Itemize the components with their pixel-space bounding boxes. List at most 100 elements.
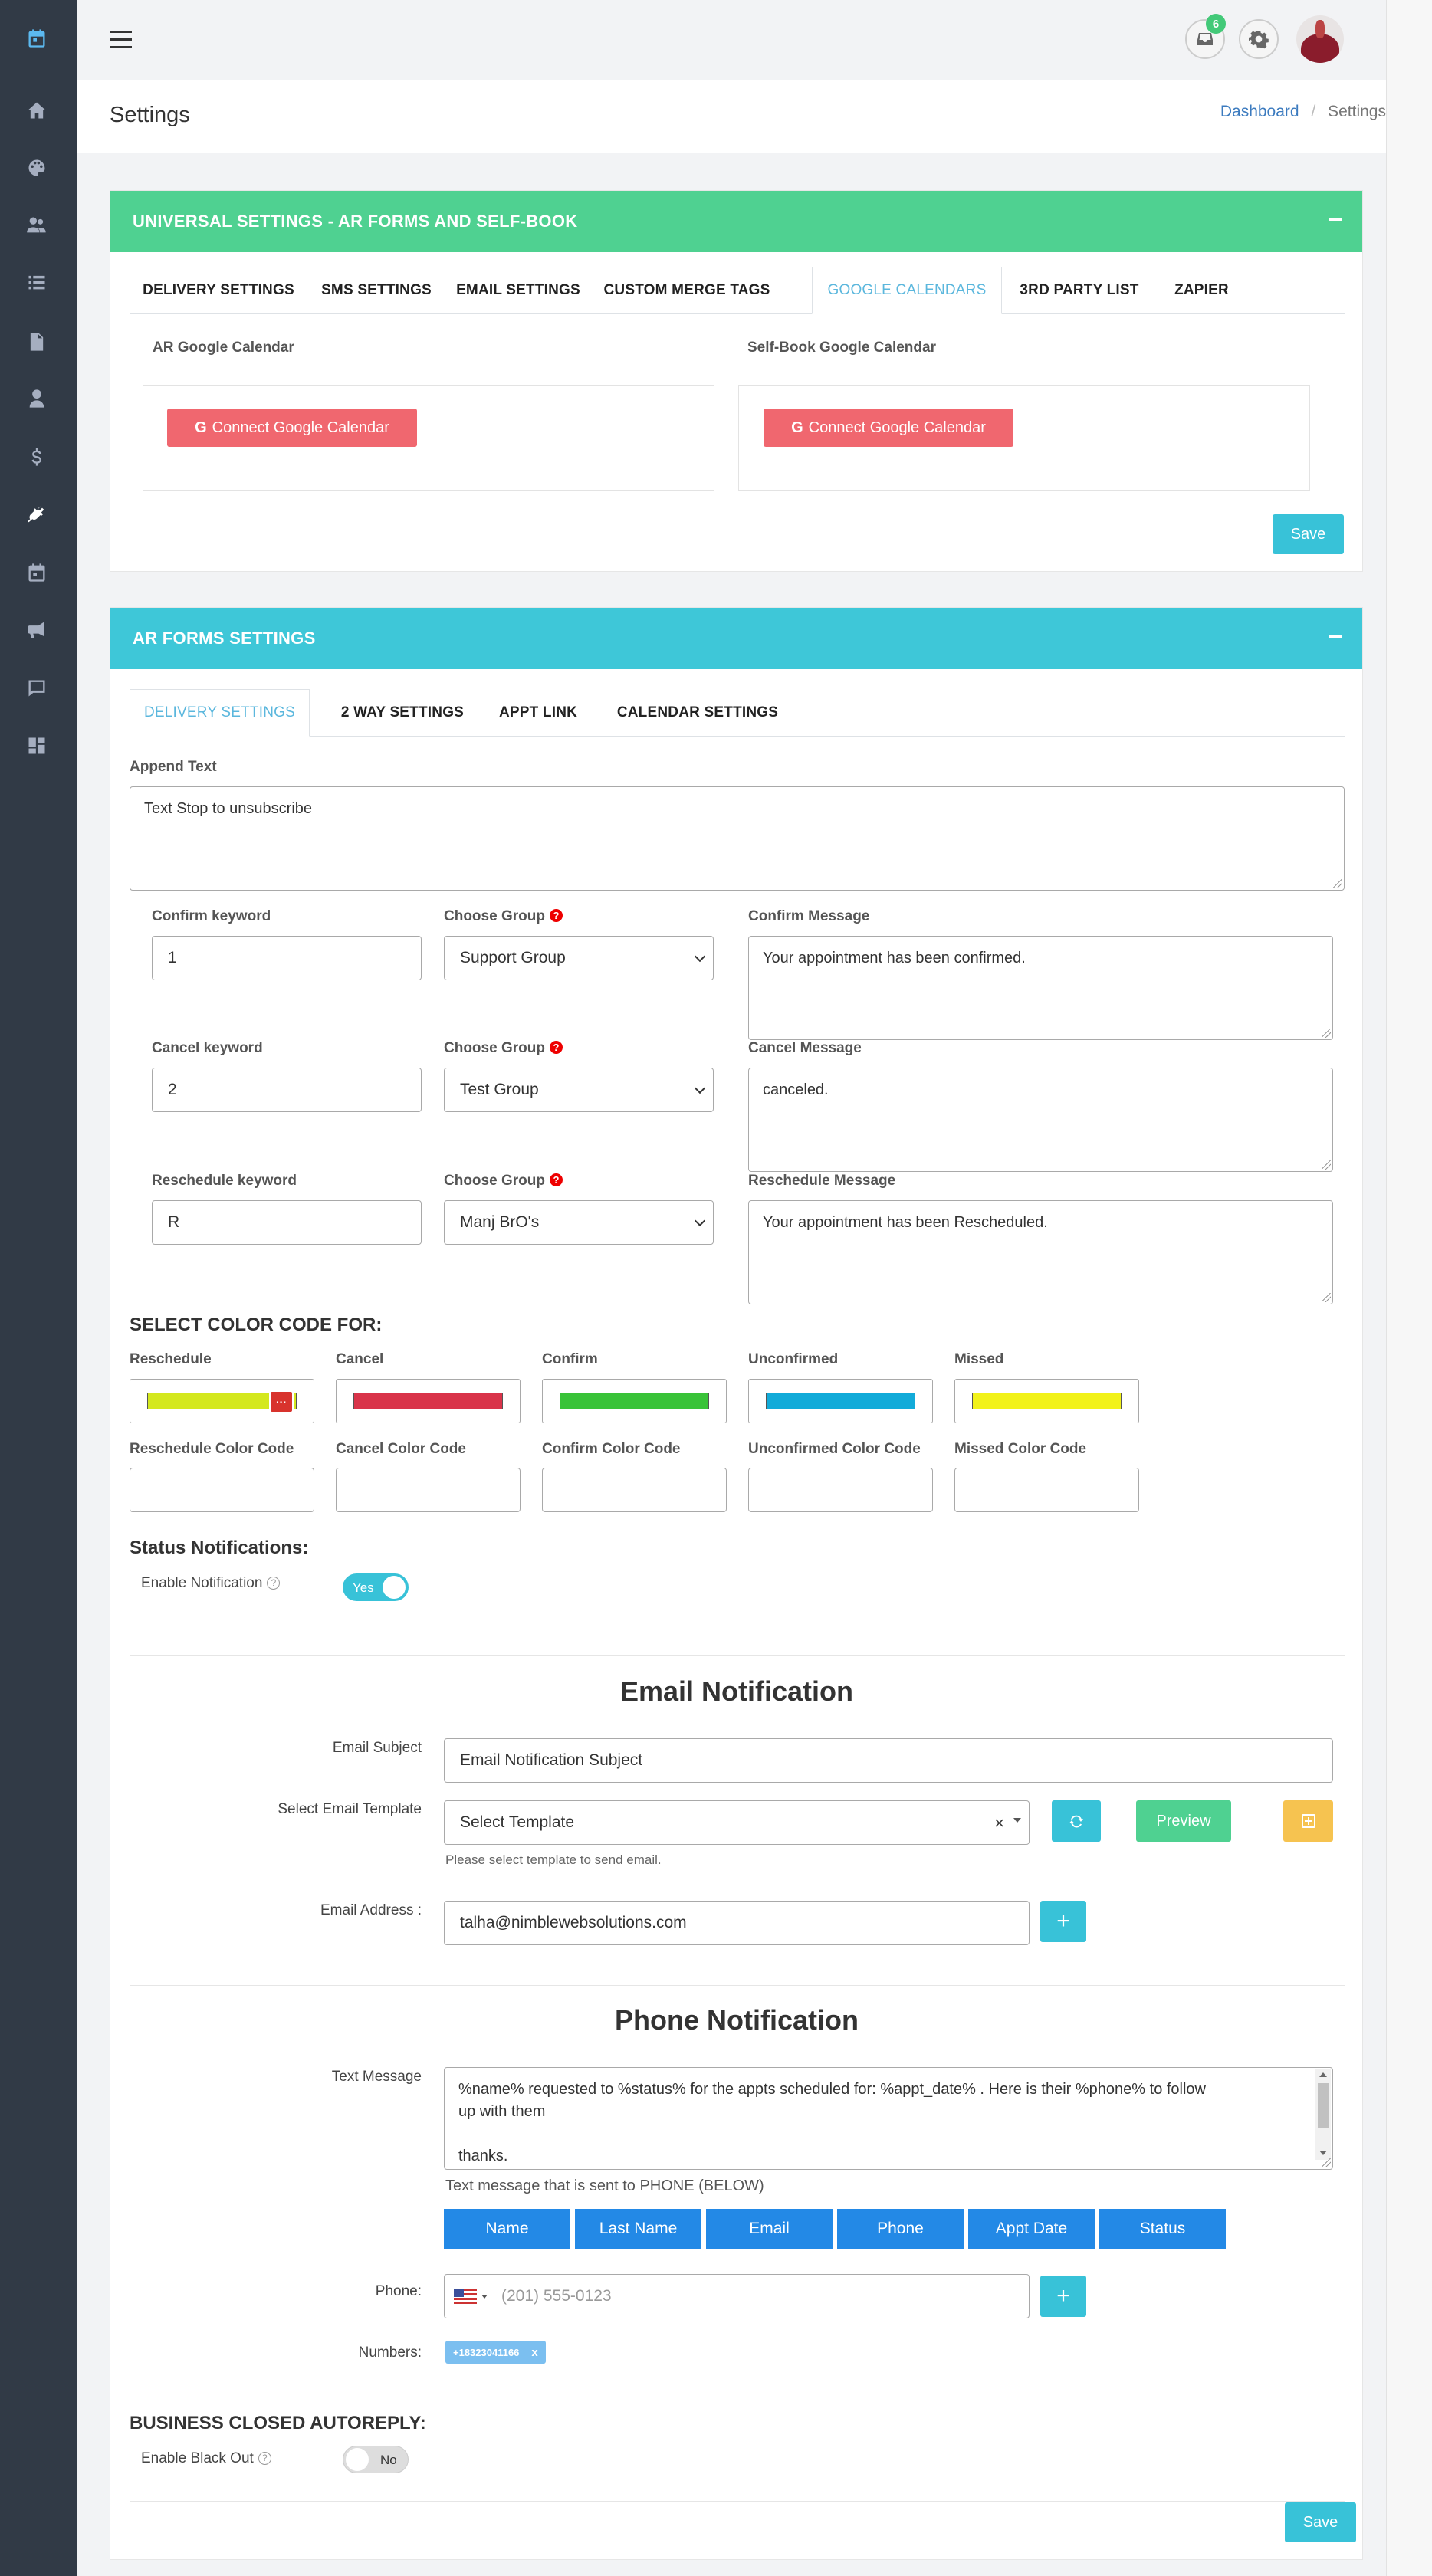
append-text-textarea[interactable]: Text Stop to unsubscribe xyxy=(130,786,1345,891)
gear-icon[interactable] xyxy=(1239,19,1279,59)
reschedule-group-value: Manj BrO's xyxy=(460,1213,540,1231)
email-subject-input[interactable]: Email Notification Subject xyxy=(444,1738,1333,1783)
email-notification-heading: Email Notification xyxy=(619,1675,854,1707)
minimize-icon[interactable] xyxy=(1329,218,1342,221)
help-icon[interactable]: ? xyxy=(549,1173,563,1186)
confirm-keyword-input[interactable]: 1 xyxy=(152,936,422,980)
cancel-color-code-input[interactable] xyxy=(336,1468,521,1512)
tab-custom-merge-tags[interactable]: CUSTOM MERGE TAGS xyxy=(595,267,779,314)
confirm-message-label: Confirm Message xyxy=(748,908,870,924)
resize-grip[interactable] xyxy=(1322,1029,1331,1038)
missed-color-code-input[interactable] xyxy=(954,1468,1139,1512)
merge-appt-date-button[interactable]: Appt Date xyxy=(968,2209,1095,2249)
universal-settings-header[interactable]: UNIVERSAL SETTINGS - AR FORMS AND SELF-B… xyxy=(110,191,1362,252)
megaphone-icon[interactable] xyxy=(21,615,52,645)
unconfirmed-color-label: Unconfirmed xyxy=(748,1351,839,1367)
calendar-icon[interactable] xyxy=(21,23,52,54)
notification-badge: 6 xyxy=(1206,14,1226,34)
text-message-textarea[interactable]: %name% requested to %status% for the app… xyxy=(444,2067,1333,2170)
unconfirmed-color-picker[interactable] xyxy=(748,1379,933,1423)
avatar[interactable] xyxy=(1296,15,1344,63)
tab-delivery-settings[interactable]: DELIVERY SETTINGS xyxy=(130,689,310,737)
phone-input[interactable]: (201) 555-0123 xyxy=(444,2274,1030,2318)
connect-selfbook-google-calendar-button[interactable]: G Connect Google Calendar xyxy=(764,409,1013,447)
phone-label: Phone: xyxy=(375,2283,422,2299)
merge-email-button[interactable]: Email xyxy=(706,2209,833,2249)
add-phone-button[interactable]: + xyxy=(1040,2276,1086,2317)
add-email-button[interactable]: + xyxy=(1040,1901,1086,1942)
tab-zapier[interactable]: ZAPIER xyxy=(1158,267,1246,314)
ar-calendar-label: AR Google Calendar xyxy=(153,340,294,356)
minimize-icon[interactable] xyxy=(1329,635,1342,638)
users-icon[interactable] xyxy=(21,210,52,241)
clear-icon[interactable]: × xyxy=(994,1813,1004,1833)
merge-name-button[interactable]: Name xyxy=(444,2209,570,2249)
ar-forms-settings-header[interactable]: AR FORMS SETTINGS xyxy=(110,608,1362,669)
help-icon[interactable]: ? xyxy=(267,1577,281,1590)
confirm-message-value: Your appointment has been confirmed. xyxy=(763,950,1026,966)
tab-appt-link[interactable]: APPT LINK xyxy=(476,689,600,737)
unconfirmed-color-code-input[interactable] xyxy=(748,1468,933,1512)
file-icon[interactable] xyxy=(21,327,52,357)
refresh-button[interactable] xyxy=(1052,1800,1101,1842)
hamburger-menu-icon[interactable] xyxy=(110,31,132,48)
caret-down-icon[interactable] xyxy=(481,2294,488,2299)
confirm-message-textarea[interactable]: Your appointment has been confirmed. xyxy=(748,936,1333,1040)
text-message-line: %name% requested to %status% for the app… xyxy=(458,2081,1206,2098)
resize-grip[interactable] xyxy=(1333,879,1342,888)
email-template-select[interactable]: Select Template × xyxy=(444,1800,1030,1845)
page-scrollbar[interactable] xyxy=(1386,0,1432,2576)
user-icon[interactable] xyxy=(21,383,52,414)
universal-save-button[interactable]: Save xyxy=(1273,514,1344,554)
reschedule-color-code-input[interactable] xyxy=(130,1468,314,1512)
more-options-icon[interactable]: ··· xyxy=(269,1390,294,1413)
palette-icon[interactable] xyxy=(21,153,52,183)
confirm-group-select[interactable]: Support Group xyxy=(444,936,714,980)
cancel-group-select[interactable]: Test Group xyxy=(444,1068,714,1112)
confirm-color-picker[interactable] xyxy=(542,1379,727,1423)
confirm-color-code-input[interactable] xyxy=(542,1468,727,1512)
home-icon[interactable] xyxy=(21,95,52,126)
resize-grip[interactable] xyxy=(1322,1293,1331,1302)
chat-icon[interactable] xyxy=(21,673,52,704)
enable-notification-toggle[interactable]: Yes xyxy=(343,1573,409,1601)
help-icon[interactable]: ? xyxy=(549,1041,563,1054)
cancel-keyword-input[interactable]: 2 xyxy=(152,1068,422,1112)
plug-icon[interactable] xyxy=(21,500,52,530)
us-flag-icon[interactable] xyxy=(454,2289,477,2304)
resize-grip[interactable] xyxy=(1322,1160,1331,1170)
cancel-color-picker[interactable] xyxy=(336,1379,521,1423)
ar-forms-save-button[interactable]: Save xyxy=(1285,2502,1356,2542)
tab-google-calendars[interactable]: GOOGLE CALENDARS xyxy=(812,267,1002,314)
reschedule-color-picker[interactable]: ··· xyxy=(130,1379,314,1423)
help-icon[interactable]: ? xyxy=(258,2452,271,2465)
dashboard-icon[interactable] xyxy=(21,730,52,761)
connect-ar-google-calendar-button[interactable]: G Connect Google Calendar xyxy=(167,409,417,447)
enable-black-out-toggle[interactable]: No xyxy=(343,2446,409,2473)
preview-button[interactable]: Preview xyxy=(1136,1800,1231,1842)
add-template-button[interactable] xyxy=(1283,1800,1333,1842)
dollar-icon[interactable] xyxy=(21,441,52,472)
help-icon[interactable]: ? xyxy=(549,909,563,922)
merge-status-button[interactable]: Status xyxy=(1099,2209,1226,2249)
reschedule-keyword-input[interactable]: R xyxy=(152,1200,422,1245)
textarea-scrollbar[interactable] xyxy=(1315,2069,1331,2160)
list-icon[interactable] xyxy=(21,267,52,297)
cancel-message-textarea[interactable]: canceled. xyxy=(748,1068,1333,1172)
reschedule-message-textarea[interactable]: Your appointment has been Rescheduled. xyxy=(748,1200,1333,1304)
breadcrumb-dashboard-link[interactable]: Dashboard xyxy=(1220,103,1299,120)
merge-last-name-button[interactable]: Last Name xyxy=(575,2209,701,2249)
tab-delivery-settings[interactable]: DELIVERY SETTINGS xyxy=(130,267,307,314)
missed-color-picker[interactable] xyxy=(954,1379,1139,1423)
resize-grip[interactable] xyxy=(1322,2158,1331,2167)
merge-phone-button[interactable]: Phone xyxy=(837,2209,964,2249)
calendar-small-icon[interactable] xyxy=(21,557,52,588)
tab-email-settings[interactable]: EMAIL SETTINGS xyxy=(445,267,591,314)
tab-3rd-party-list[interactable]: 3RD PARTY LIST xyxy=(1006,267,1153,314)
tab-sms-settings[interactable]: SMS SETTINGS xyxy=(311,267,442,314)
email-address-input[interactable]: talha@nimblewebsolutions.com xyxy=(444,1901,1030,1945)
remove-tag-icon[interactable]: x xyxy=(531,2346,537,2359)
tab-2-way-settings[interactable]: 2 WAY SETTINGS xyxy=(314,689,491,737)
reschedule-group-select[interactable]: Manj BrO's xyxy=(444,1200,714,1245)
tab-calendar-settings[interactable]: CALENDAR SETTINGS xyxy=(583,689,813,737)
